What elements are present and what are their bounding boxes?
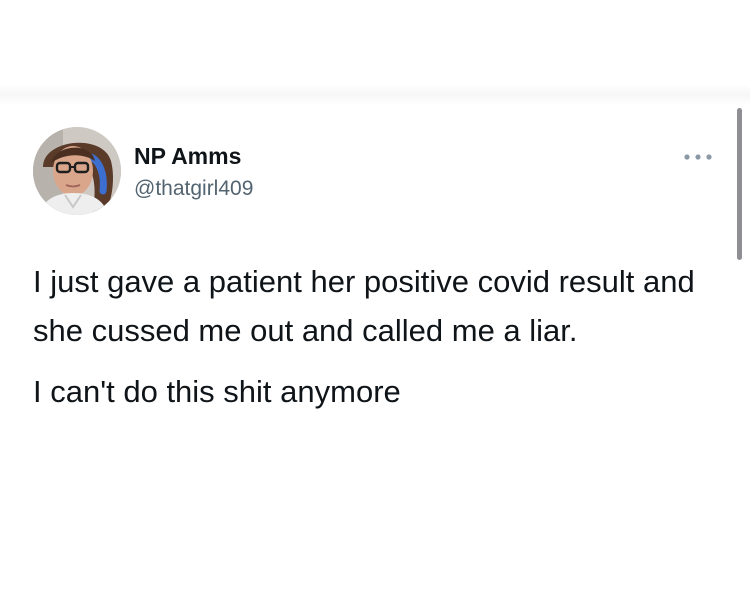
tweet-paragraph-2: I can't do this shit anymore [33, 374, 401, 409]
avatar[interactable] [33, 127, 121, 215]
scrollbar[interactable] [737, 108, 742, 260]
author-handle[interactable]: @thatgirl409 [134, 177, 253, 201]
top-blur-bar [0, 84, 750, 106]
tweet-paragraph-1: I just gave a patient her positive covid… [33, 264, 695, 348]
avatar-photo-icon [33, 127, 121, 215]
author-display-name[interactable]: NP Amms [134, 143, 241, 170]
tweet-text: I just gave a patient her positive covid… [33, 257, 733, 416]
ellipsis-icon [684, 154, 712, 160]
more-options-button[interactable] [680, 146, 716, 168]
